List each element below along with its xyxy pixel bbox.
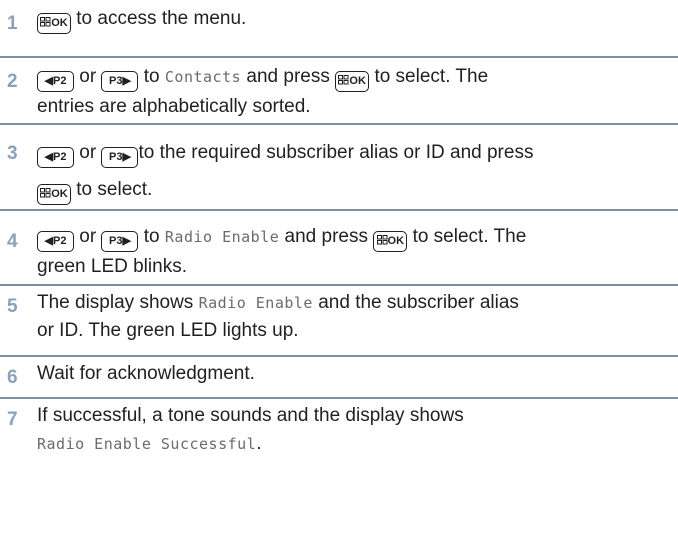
menu-ok-key-icon: OK <box>37 184 71 205</box>
step-2-text-c: to select. The <box>374 66 489 87</box>
step-5-text-a: The display shows <box>37 292 194 313</box>
step-text: OK to access the menu. <box>37 4 674 34</box>
key-label: P2 <box>53 235 67 247</box>
step-6-text: Wait for acknowledgment. <box>37 363 255 384</box>
step-2-text-b: and press <box>246 66 330 87</box>
step-3: 3 ◀P2 or P3▶ to the required subscriber a… <box>0 125 678 211</box>
step-text: The display shows Radio Enable and the s… <box>37 289 674 345</box>
menu-item-name: Radio Enable Successful <box>37 435 257 453</box>
step-4-text-d: green LED blinks. <box>37 256 187 277</box>
step-number: 5 <box>7 296 18 317</box>
key-label: OK <box>51 188 68 200</box>
key-label: OK <box>349 75 366 87</box>
or-text: or <box>79 226 97 247</box>
step-4: 4 ◀P2 or P3▶ to Radio Enable and press O… <box>0 211 678 286</box>
step-number: 6 <box>7 367 18 388</box>
step-text: ◀P2 or P3▶ to Contacts and press OK to s… <box>37 62 674 122</box>
p2-left-key-icon: ◀P2 <box>37 147 74 168</box>
p3-right-key-icon: P3▶ <box>101 231 139 252</box>
key-label: OK <box>51 17 68 29</box>
step-4-text-c: to select. The <box>412 226 527 247</box>
menu-ok-key-icon: OK <box>335 71 370 92</box>
step-7-text-b: . <box>256 433 262 454</box>
step-text: Wait for acknowledgment. <box>37 360 674 388</box>
step-4-text-b: and press <box>284 226 368 247</box>
to-text: to <box>143 66 160 87</box>
step-number: 2 <box>7 71 18 92</box>
menu-item-name: Contacts <box>164 68 242 86</box>
step-7: 7 If successful, a tone sounds and the d… <box>0 399 678 479</box>
menu-ok-key-icon: OK <box>37 13 71 34</box>
or-text: or <box>79 66 97 87</box>
procedure-steps: 1 OK to access the menu. 2 ◀P2 or P3▶ to… <box>0 0 678 479</box>
step-text: ◀P2 or P3▶ to Radio Enable and press OK … <box>37 222 674 282</box>
p3-right-key-icon: P3▶ <box>101 147 139 168</box>
step-number: 3 <box>7 143 18 164</box>
menu-ok-key-icon: OK <box>373 231 408 252</box>
or-text: or <box>79 142 97 163</box>
step-1-text: to access the menu. <box>76 8 247 29</box>
step-number: 4 <box>7 231 18 252</box>
to-text: to <box>143 226 160 247</box>
step-6: 6 Wait for acknowledgment. <box>0 357 678 399</box>
key-label: P2 <box>53 151 67 163</box>
menu-item-name: Radio Enable <box>164 228 280 246</box>
key-label: P2 <box>53 75 67 87</box>
step-text: If successful, a tone sounds and the dis… <box>37 402 674 458</box>
menu-item-name: Radio Enable <box>198 294 313 312</box>
p3-right-key-icon: P3▶ <box>101 71 139 92</box>
step-5-text-b: and the subscriber alias <box>318 292 519 313</box>
step-7-text-a: If successful, a tone sounds and the dis… <box>37 405 464 426</box>
step-5-text-c: or ID. The green LED lights up. <box>37 320 299 341</box>
step-3-text-b: to select. <box>76 179 153 200</box>
step-2-text-d: entries are alphabetically sorted. <box>37 96 311 117</box>
key-label: P3 <box>109 235 123 247</box>
step-5: 5 The display shows Radio Enable and the… <box>0 286 678 357</box>
key-label: OK <box>387 235 405 247</box>
p2-left-key-icon: ◀P2 <box>37 71 74 92</box>
step-number: 7 <box>7 409 18 430</box>
key-label: P3 <box>109 75 123 87</box>
key-label: P3 <box>109 151 123 163</box>
step-1: 1 OK to access the menu. <box>0 0 678 58</box>
step-3-text-a: to the required subscriber alias or ID a… <box>138 142 534 163</box>
step-text: ◀P2 or P3▶ to the required subscriber ali… <box>37 134 674 208</box>
step-2: 2 ◀P2 or P3▶ to Contacts and press OK to… <box>0 58 678 125</box>
p2-left-key-icon: ◀P2 <box>37 231 74 252</box>
step-number: 1 <box>7 13 18 34</box>
